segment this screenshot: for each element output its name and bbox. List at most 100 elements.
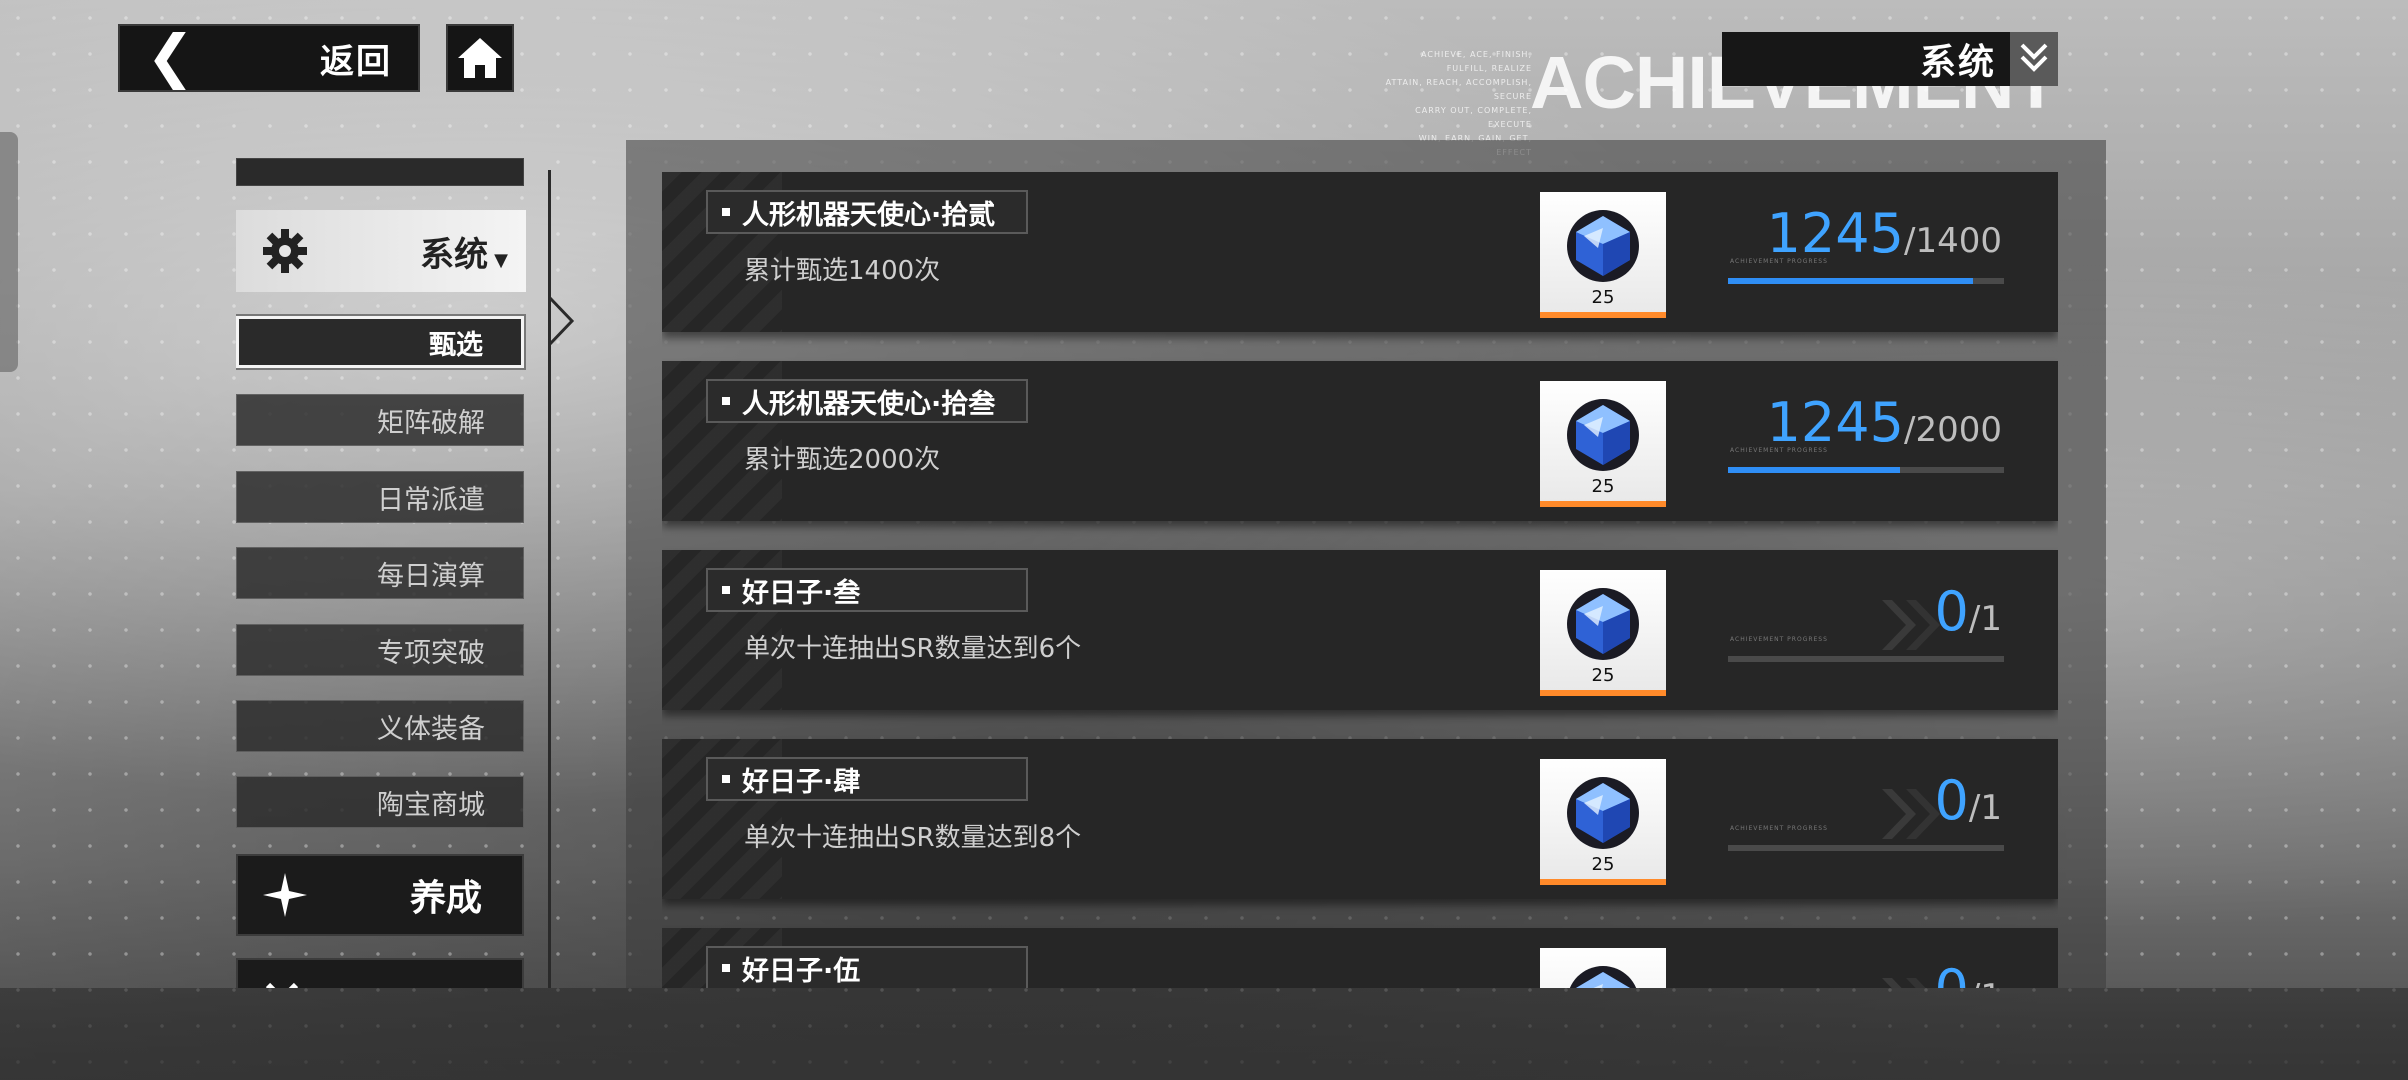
reward-item[interactable]: 25 bbox=[1540, 192, 1666, 318]
edge-handle[interactable] bbox=[0, 132, 18, 372]
progress-bar bbox=[1728, 656, 2004, 662]
sidebar-item-matrix[interactable]: 矩阵破解 bbox=[236, 394, 524, 446]
gear-icon bbox=[263, 229, 307, 273]
sidebar-item-label: 日常派遣 bbox=[377, 484, 485, 516]
cross-icon bbox=[265, 982, 299, 988]
sidebar-item-label: 甄选 bbox=[429, 329, 483, 361]
progress-text: 0/1 bbox=[1935, 769, 2002, 832]
sidebar-item-equipment[interactable]: 义体装备 bbox=[236, 700, 524, 752]
progress-bar bbox=[1728, 467, 2004, 473]
sidebar-item-label: 矩阵破解 bbox=[377, 407, 485, 439]
sidebar-divider bbox=[548, 170, 551, 988]
sidebar-item-label: 专项突破 bbox=[377, 637, 485, 669]
reward-count: 25 bbox=[1591, 476, 1615, 497]
achievement-card: 人形机器天使心·拾叁 累计甄选2000次 25 ACHIEVEMENT PROG… bbox=[662, 361, 2058, 521]
achievement-description: 单次十连抽出SR数量达到6个 bbox=[744, 634, 1082, 664]
crystal-gem-icon bbox=[1567, 399, 1639, 471]
progress-max: /1 bbox=[1968, 788, 2002, 828]
home-icon bbox=[458, 38, 502, 78]
home-button[interactable] bbox=[446, 24, 514, 92]
sidebar-item-label: 陶宝商城 bbox=[377, 789, 485, 821]
sidebar-item-shop[interactable]: 陶宝商城 bbox=[236, 776, 524, 828]
achievement-title-box: 人形机器天使心·拾贰 bbox=[706, 190, 1028, 234]
progress-area: ACHIEVEMENT PROGRESS 0/1 bbox=[1728, 580, 2008, 680]
bullet-icon bbox=[722, 397, 730, 405]
bullet-icon bbox=[722, 964, 730, 972]
progress-text: 0/1 bbox=[1935, 580, 2002, 643]
progress-bar bbox=[1728, 278, 2004, 284]
caret-down-icon: ▼ bbox=[494, 249, 508, 271]
achievement-list[interactable]: 人形机器天使心·拾贰 累计甄选1400次 25 ACHIEVEMENT PROG… bbox=[662, 172, 2058, 988]
progress-max: /1 bbox=[1969, 977, 2002, 988]
bullet-icon bbox=[722, 775, 730, 783]
back-button[interactable]: ❮ 返回 bbox=[118, 24, 420, 92]
progress-current: 1245 bbox=[1766, 391, 1905, 454]
progress-current: 0 bbox=[1934, 580, 1969, 643]
achievement-description: 单次十连抽出SR数量达到8个 bbox=[744, 823, 1082, 853]
progress-text: 1245/1400 bbox=[1767, 202, 2002, 265]
achievement-description: 累计甄选1400次 bbox=[744, 256, 941, 286]
sidebar-category-partial[interactable] bbox=[236, 958, 524, 988]
reward-count: 25 bbox=[1591, 854, 1615, 875]
progress-current: 0 bbox=[1934, 769, 1969, 832]
crystal-gem-icon bbox=[1567, 210, 1639, 282]
reward-item[interactable]: 25 bbox=[1540, 759, 1666, 885]
achievement-title-box: 好日子·叁 bbox=[706, 568, 1028, 612]
sidebar-category-label: 养成 bbox=[409, 878, 482, 919]
progress-bar bbox=[1728, 845, 2004, 851]
progress-deco: ACHIEVEMENT PROGRESS bbox=[1730, 636, 1828, 643]
double-chevron-down-icon bbox=[2010, 32, 2058, 86]
progress-area: ACHIEVEMENT PROGRESS 1245/2000 bbox=[1728, 391, 2008, 491]
achievement-card: 好日子·肆 单次十连抽出SR数量达到8个 25 ACHIEVEMENT PROG… bbox=[662, 739, 2058, 899]
progress-fill bbox=[1728, 467, 1900, 473]
bullet-icon bbox=[722, 208, 730, 216]
sidebar-item-daily-dispatch[interactable]: 日常派遣 bbox=[236, 471, 524, 523]
achievement-title: 好日子·肆 bbox=[742, 766, 861, 798]
sidebar-item-label: 每日演算 bbox=[377, 560, 485, 592]
achievement-title-box: 好日子·伍 bbox=[706, 946, 1028, 988]
sidebar-category-label: 系统 bbox=[420, 234, 489, 275]
sidebar: 系统 ▼ 甄选 矩阵破解 日常派遣 每日演算 专项突破 义体装备 陶宝商城 养成 bbox=[236, 158, 528, 988]
sidebar-item-daily-calc[interactable]: 每日演算 bbox=[236, 547, 524, 599]
crystal-gem-icon bbox=[1567, 588, 1639, 660]
reward-item[interactable]: 25 bbox=[1540, 381, 1666, 507]
achievement-title: 好日子·叁 bbox=[742, 577, 861, 609]
progress-max: /1 bbox=[1968, 599, 2002, 639]
crystal-gem-icon bbox=[1569, 966, 1637, 988]
progress-deco: ACHIEVEMENT PROGRESS bbox=[1730, 825, 1828, 832]
progress-area: ACHIEVEMENT PROGRESS 0/1 bbox=[1728, 958, 2008, 988]
sidebar-category-growth[interactable]: 养成 bbox=[236, 854, 524, 936]
progress-area: ACHIEVEMENT PROGRESS 0/1 bbox=[1728, 769, 2008, 869]
achievement-title-box: 好日子·肆 bbox=[706, 757, 1028, 801]
category-dropdown[interactable]: 系统 bbox=[1722, 32, 2058, 86]
crystal-gem-icon bbox=[1567, 777, 1639, 849]
achievement-title: 人形机器天使心·拾贰 bbox=[742, 199, 996, 231]
reward-count: 25 bbox=[1591, 665, 1615, 686]
achievement-title: 好日子·伍 bbox=[742, 955, 861, 987]
sparkle-icon bbox=[263, 873, 307, 917]
sidebar-category-system[interactable]: 系统 ▼ bbox=[236, 210, 526, 292]
chevron-left-icon: ❮ bbox=[146, 22, 195, 90]
back-label: 返回 bbox=[320, 41, 392, 82]
achievement-description: 累计甄选2000次 bbox=[744, 445, 941, 475]
progress-fill bbox=[1728, 278, 1974, 284]
bottom-shade bbox=[0, 988, 2408, 1080]
category-dropdown-label: 系统 bbox=[1919, 42, 1996, 83]
sidebar-item-special-breakthrough[interactable]: 专项突破 bbox=[236, 624, 524, 676]
sidebar-item-label: 义体装备 bbox=[377, 713, 485, 745]
achievement-title: 人形机器天使心·拾叁 bbox=[742, 388, 996, 420]
achievement-card: 人形机器天使心·拾贰 累计甄选1400次 25 ACHIEVEMENT PROG… bbox=[662, 172, 2058, 332]
reward-count: 25 bbox=[1591, 287, 1615, 308]
bullet-icon bbox=[722, 586, 730, 594]
progress-text: 0/1 bbox=[1935, 958, 2002, 988]
achievement-card: 好日子·伍 25 ACHIEVEMENT PROGRESS 0/1 bbox=[662, 928, 2058, 988]
achievement-title-box: 人形机器天使心·拾叁 bbox=[706, 379, 1028, 423]
progress-max: /2000 bbox=[1904, 410, 2002, 450]
progress-current: 0 bbox=[1935, 958, 1969, 988]
reward-item[interactable]: 25 bbox=[1540, 948, 1666, 988]
reward-item[interactable]: 25 bbox=[1540, 570, 1666, 696]
sidebar-item-partial[interactable] bbox=[236, 158, 524, 186]
sidebar-item-selection[interactable]: 甄选 bbox=[236, 316, 524, 368]
progress-area: ACHIEVEMENT PROGRESS 1245/1400 bbox=[1728, 202, 2008, 302]
achievement-card: 好日子·叁 单次十连抽出SR数量达到6个 25 ACHIEVEMENT PROG… bbox=[662, 550, 2058, 710]
